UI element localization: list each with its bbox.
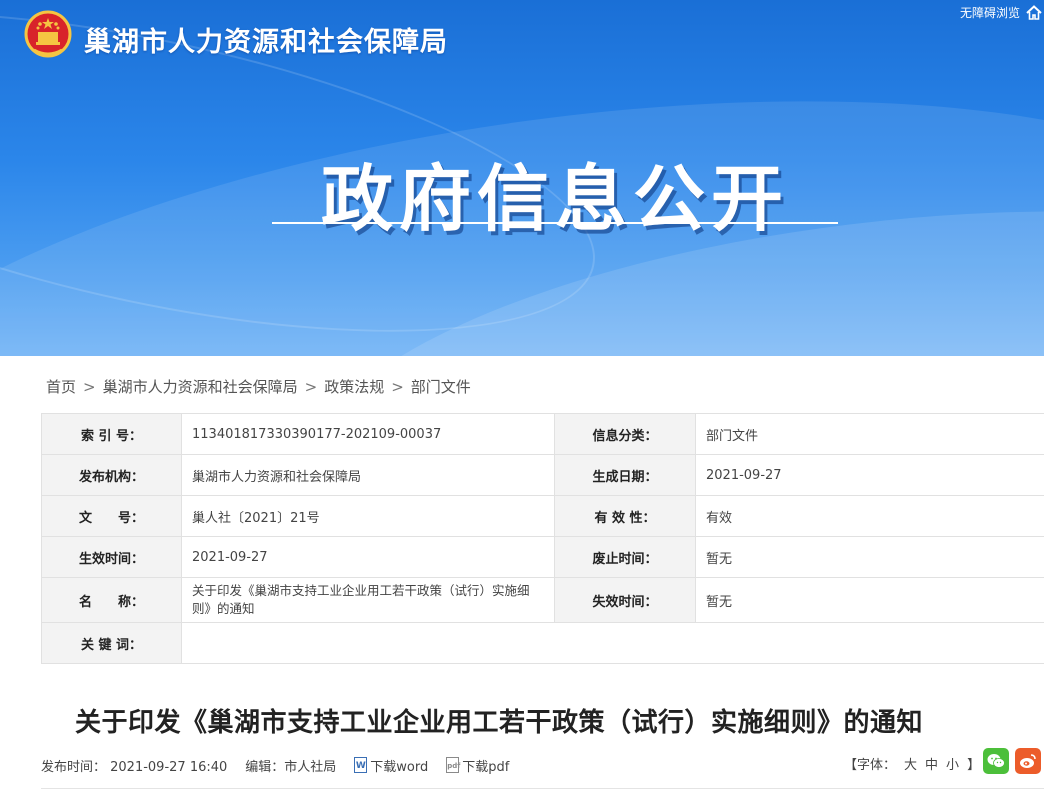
breadcrumb-policy[interactable]: 政策法规 — [324, 378, 384, 396]
breadcrumb-separator: > — [83, 378, 96, 396]
breadcrumb: 首页 > 巢湖市人力资源和社会保障局 > 政策法规 > 部门文件 — [46, 376, 471, 397]
meta-value — [181, 622, 1044, 664]
meta-value: 关于印发《巢湖市支持工业企业用工若干政策（试行）实施细则》的通知 — [181, 577, 555, 623]
table-row: 发布机构： 巢湖市人力资源和社会保障局 生成日期： 2021-09-27 — [41, 454, 1044, 496]
breadcrumb-separator: > — [304, 378, 318, 396]
content-panel: 首页 > 巢湖市人力资源和社会保障局 > 政策法规 > 部门文件 索 引 号： 113401… — [17, 356, 1044, 798]
breadcrumb-bureau[interactable]: 巢湖市人力资源和社会保障局 — [103, 378, 298, 396]
font-large-button[interactable]: 大 — [904, 754, 917, 773]
meta-value: 2021-09-27 — [181, 536, 555, 578]
meta-value: 暂无 — [695, 577, 1044, 623]
font-medium-button[interactable]: 中 — [925, 754, 938, 773]
table-row: 关 键 词： — [41, 622, 1044, 664]
download-pdf-label: 下载pdf — [462, 759, 510, 775]
meta-key: 生效时间： — [41, 536, 182, 578]
wechat-icon — [987, 754, 1005, 768]
font-size-control: 【字体： 大 中 小 】 — [844, 754, 988, 773]
meta-value: 巢湖市人力资源和社会保障局 — [181, 454, 555, 496]
meta-key: 文 号： — [41, 495, 182, 537]
publish-time: 发布时间： 2021-09-27 16:40 — [41, 759, 228, 775]
editor: 编辑：市人社局 — [245, 759, 337, 775]
table-row: 索 引 号： 113401817330390177-202109-00037 信… — [41, 413, 1044, 455]
meta-key: 名 称： — [41, 577, 182, 623]
accessible-browse-link[interactable]: 无障碍浏览 — [960, 4, 1042, 21]
national-emblem-icon[interactable] — [24, 10, 72, 60]
meta-key: 索 引 号： — [41, 413, 182, 455]
meta-key: 生成日期： — [554, 454, 696, 496]
font-small-button[interactable]: 小 — [946, 754, 959, 773]
table-row: 生效时间： 2021-09-27 废止时间： 暂无 — [41, 536, 1044, 578]
breadcrumb-dept-docs[interactable]: 部门文件 — [411, 378, 471, 396]
table-row: 文 号： 巢人社〔2021〕21号 有 效 性： 有效 — [41, 495, 1044, 537]
meta-key: 关 键 词： — [41, 622, 182, 664]
download-pdf-link[interactable]: pdf 下载pdf — [446, 756, 509, 775]
meta-key: 信息分类： — [554, 413, 696, 455]
breadcrumb-separator: > — [391, 378, 404, 396]
pdf-file-icon: pdf — [446, 757, 460, 773]
breadcrumb-home[interactable]: 首页 — [46, 378, 76, 396]
home-icon[interactable] — [1026, 4, 1042, 21]
meta-value: 有效 — [695, 495, 1044, 537]
banner-title-underline — [272, 222, 838, 224]
share-buttons — [983, 748, 1041, 774]
meta-key: 失效时间： — [554, 577, 696, 623]
document-meta-table: 索 引 号： 113401817330390177-202109-00037 信… — [41, 413, 1044, 664]
document-info-bar: 发布时间： 2021-09-27 16:40 编辑：市人社局 W 下载word … — [41, 748, 1041, 776]
table-row: 名 称： 关于印发《巢湖市支持工业企业用工若干政策（试行）实施细则》的通知 失效… — [41, 577, 1044, 623]
divider — [41, 788, 1044, 789]
font-label: 【字体： — [844, 758, 897, 773]
download-word-link[interactable]: W 下载word — [354, 756, 428, 775]
meta-value: 2021-09-27 — [695, 454, 1044, 496]
download-word-label: 下载word — [370, 759, 429, 775]
font-close-bracket: 】 — [967, 758, 981, 773]
banner-title: 政府信息公开 — [320, 157, 789, 241]
weibo-share-button[interactable] — [1015, 748, 1041, 774]
word-file-icon: W — [354, 757, 368, 773]
site-name[interactable]: 巢湖市人力资源和社会保障局 — [84, 20, 448, 59]
meta-value: 113401817330390177-202109-00037 — [181, 413, 555, 455]
meta-value: 暂无 — [695, 536, 1044, 578]
document-title: 关于印发《巢湖市支持工业企业用工若干政策（试行）实施细则》的通知 — [75, 708, 924, 738]
meta-value: 部门文件 — [695, 413, 1044, 455]
weibo-icon — [1020, 754, 1036, 768]
meta-key: 有 效 性： — [554, 495, 696, 537]
wechat-share-button[interactable] — [983, 748, 1009, 774]
meta-key: 发布机构： — [41, 454, 182, 496]
accessible-label: 无障碍浏览 — [960, 6, 1021, 20]
header-banner: 巢湖市人力资源和社会保障局 无障碍浏览 政府信息公开 — [0, 0, 1044, 356]
meta-key: 废止时间： — [554, 536, 696, 578]
meta-value: 巢人社〔2021〕21号 — [181, 495, 555, 537]
